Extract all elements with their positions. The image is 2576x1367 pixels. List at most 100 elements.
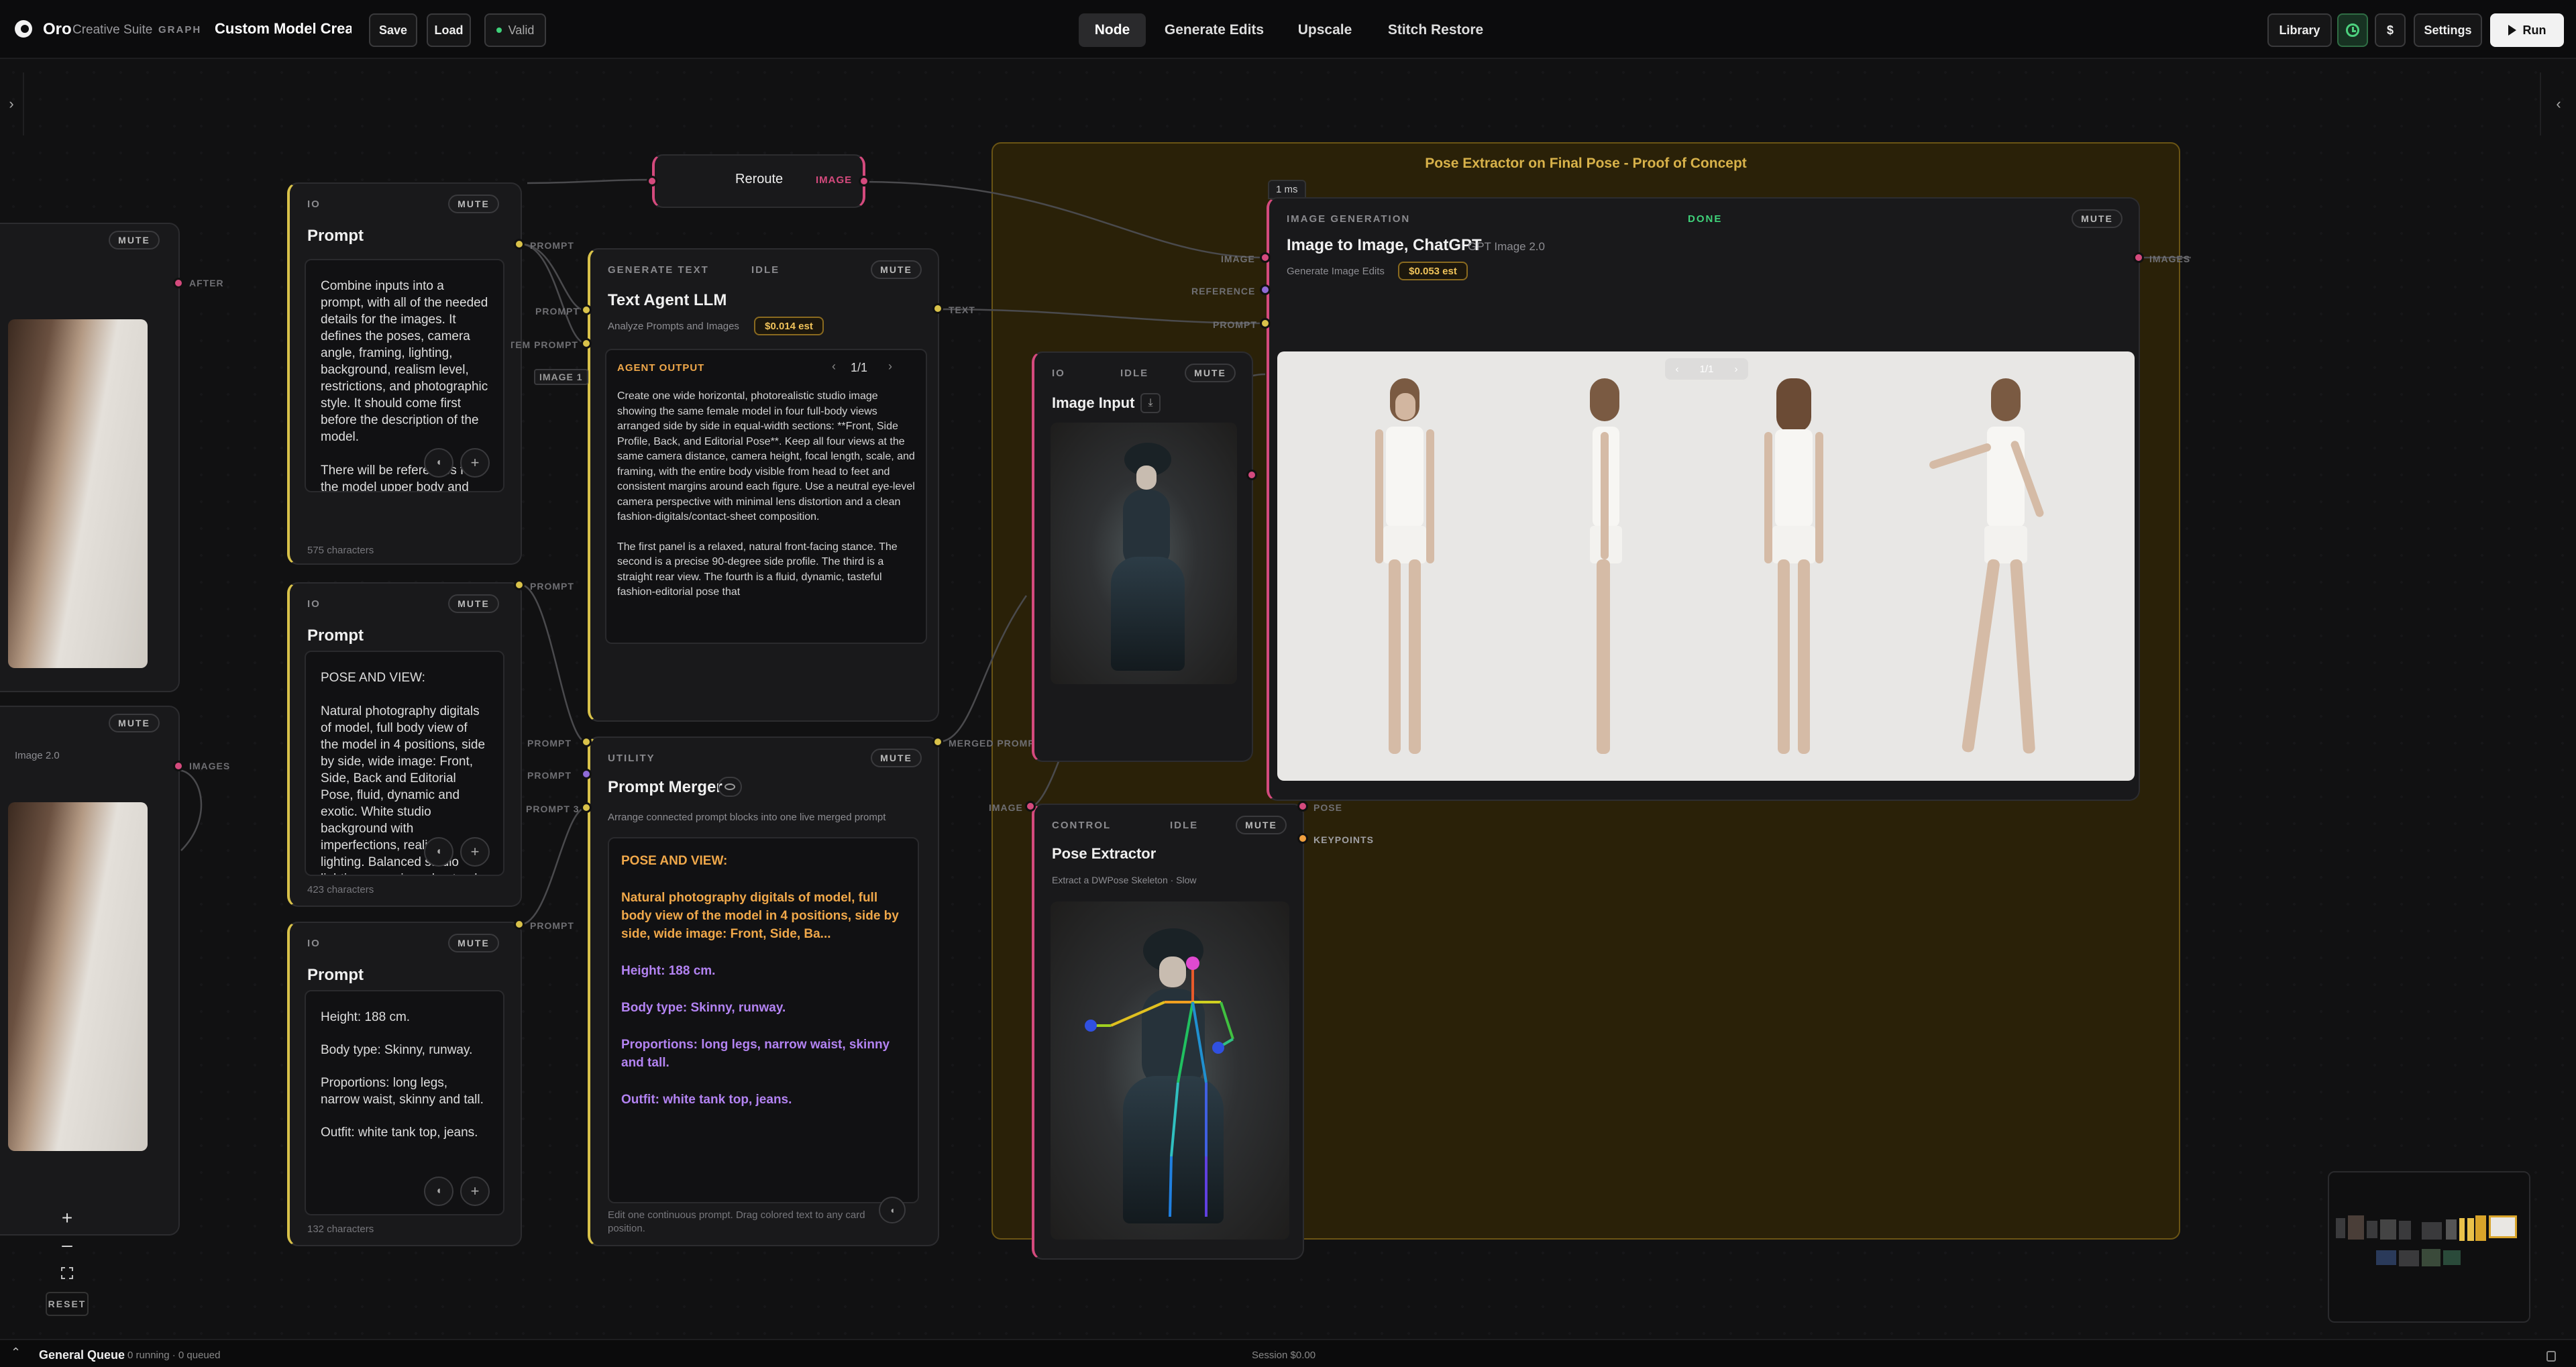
fit-view-button[interactable]: [46, 1260, 89, 1287]
tab-upscale[interactable]: Upscale: [1285, 13, 1364, 47]
port-merger-in-3[interactable]: [581, 802, 592, 813]
port-pose-out[interactable]: [1297, 801, 1308, 812]
merged-prompt-editor[interactable]: POSE AND VIEW: Natural photography digit…: [608, 837, 919, 1203]
tab-stitch-restore[interactable]: Stitch Restore: [1377, 13, 1495, 47]
lock-icon[interactable]: [2546, 1351, 2556, 1362]
merged-outfit[interactable]: Outfit: white tank top, jeans.: [621, 1091, 906, 1109]
download-button[interactable]: ⤓: [1140, 393, 1161, 413]
queue-toggle[interactable]: ⌃: [11, 1346, 21, 1360]
merger-eye-button[interactable]: [718, 777, 742, 797]
image-generation-node[interactable]: IMAGE GENERATION DONE MUTE Image to Imag…: [1267, 197, 2140, 801]
port-image-input-out[interactable]: [1246, 470, 1257, 480]
mute-button[interactable]: MUTE: [871, 749, 922, 767]
port-after[interactable]: [173, 278, 184, 288]
port-reroute-in[interactable]: [647, 176, 657, 186]
port-system-prompt-in[interactable]: [581, 338, 592, 349]
port-prompt-in[interactable]: [1260, 318, 1271, 329]
figure-back: [1760, 378, 1827, 761]
voice-button[interactable]: ◖: [424, 837, 453, 867]
load-button[interactable]: Load: [427, 13, 471, 47]
prompt-merger-node[interactable]: UTILITY MUTE Prompt Merger Arrange conne…: [588, 736, 939, 1246]
port-reroute-out[interactable]: [859, 176, 869, 186]
port-merger-in-1[interactable]: [581, 736, 592, 747]
cost-button[interactable]: $: [2375, 13, 2406, 47]
queue-title[interactable]: General Queue: [39, 1348, 125, 1362]
tab-generate-edits[interactable]: Generate Edits: [1155, 13, 1273, 47]
mute-button[interactable]: MUTE: [448, 934, 499, 952]
voice-button[interactable]: ◖: [879, 1197, 906, 1223]
port-merger-in-2[interactable]: [581, 769, 592, 779]
port-image-in[interactable]: [1260, 252, 1271, 263]
partial-node-bottom[interactable]: MUTE Image 2.0: [0, 706, 180, 1236]
port-images-out[interactable]: [2133, 252, 2144, 263]
zoom-controls: + – RESET: [46, 1205, 89, 1317]
pose-overlay-image[interactable]: [1051, 901, 1289, 1240]
history-button[interactable]: [2337, 13, 2368, 47]
save-button[interactable]: Save: [369, 13, 417, 47]
port-prompt-out[interactable]: [514, 919, 525, 930]
zoom-in-button[interactable]: +: [46, 1205, 89, 1232]
run-button[interactable]: Run: [2490, 13, 2564, 47]
mute-button[interactable]: MUTE: [1185, 364, 1236, 382]
port-label-prompt: PROMPT: [530, 920, 574, 931]
add-button[interactable]: +: [460, 1177, 490, 1206]
generated-image[interactable]: ‹ 1/1 ›: [1277, 351, 2135, 781]
add-button[interactable]: +: [460, 448, 490, 478]
mute-button[interactable]: MUTE: [109, 231, 160, 250]
port-merged-prompt-out[interactable]: [932, 736, 943, 747]
text-agent-node[interactable]: GENERATE TEXT IDLE MUTE Text Agent LLM A…: [588, 248, 939, 722]
mute-button[interactable]: MUTE: [1236, 816, 1287, 834]
image-pager[interactable]: ‹ 1/1 ›: [1665, 358, 1748, 380]
merged-body[interactable]: Natural photography digitals of model, f…: [621, 889, 906, 943]
top-bar: Oro Creative Suite GRAPH Custom Model Cr…: [0, 0, 2576, 59]
pager-next-button[interactable]: ›: [888, 360, 892, 374]
mute-button[interactable]: MUTE: [109, 714, 160, 732]
port-prompt-in[interactable]: [581, 305, 592, 315]
library-button[interactable]: Library: [2267, 13, 2332, 47]
minimap[interactable]: [2328, 1171, 2530, 1323]
mute-button[interactable]: MUTE: [448, 594, 499, 613]
agent-output-panel[interactable]: AGENT OUTPUT ‹ 1/1 › Create one wide hor…: [605, 349, 927, 644]
port-prompt-out[interactable]: [514, 239, 525, 250]
document-title[interactable]: Custom Model Creati: [215, 20, 352, 38]
tab-node[interactable]: Node: [1079, 13, 1146, 47]
voice-button[interactable]: ◖: [424, 448, 453, 478]
image-input-node[interactable]: IO IDLE MUTE Image Input ⤓: [1032, 351, 1253, 762]
mute-button[interactable]: MUTE: [871, 260, 922, 279]
node-canvas[interactable]: › ‹ Pose Extractor on Final Pose - Proof…: [0, 59, 2576, 1339]
port-prompt-out[interactable]: [514, 580, 525, 590]
reset-view-button[interactable]: RESET: [46, 1292, 89, 1316]
settings-button[interactable]: Settings: [2414, 13, 2482, 47]
port-reference-in[interactable]: [1260, 284, 1271, 295]
pager-label: 1/1: [851, 361, 868, 374]
merged-proportions[interactable]: Proportions: long legs, narrow waist, sk…: [621, 1036, 906, 1072]
download-icon: ⤓: [1148, 397, 1153, 408]
input-image[interactable]: [1051, 423, 1237, 684]
merged-height[interactable]: Height: 188 cm.: [621, 962, 906, 980]
node-title: Image Input: [1052, 394, 1135, 411]
port-keypoints-out[interactable]: [1297, 833, 1308, 844]
pose-extractor-node[interactable]: CONTROL IDLE MUTE Pose Extractor Extract…: [1032, 804, 1304, 1260]
prompt-node-2[interactable]: IO MUTE Prompt POSE AND VIEW: Natural ph…: [287, 582, 522, 907]
add-button[interactable]: +: [460, 837, 490, 867]
pager-prev-button[interactable]: ‹: [832, 360, 836, 374]
port-text-out[interactable]: [932, 303, 943, 314]
merged-heading[interactable]: POSE AND VIEW:: [621, 852, 906, 870]
port-images[interactable]: [173, 761, 184, 771]
port-pose-image-in[interactable]: [1025, 801, 1036, 812]
prompt-node-3[interactable]: IO MUTE Prompt Height: 188 cm. Body type…: [287, 922, 522, 1246]
plus-icon: +: [470, 454, 480, 471]
mute-button[interactable]: MUTE: [2072, 209, 2123, 228]
partial-node-top[interactable]: MUTE: [0, 223, 180, 692]
port-label-reference: REFERENCE: [1191, 286, 1256, 296]
merged-body-type[interactable]: Body type: Skinny, runway.: [621, 999, 906, 1017]
zoom-out-button[interactable]: –: [46, 1232, 89, 1258]
figure-costume: [1111, 443, 1185, 671]
prompt-node-1[interactable]: IO MUTE Prompt Combine inputs into a pro…: [287, 182, 522, 565]
mute-button[interactable]: MUTE: [448, 195, 499, 213]
chevron-right-icon[interactable]: ›: [1734, 364, 1737, 375]
brand-name: Oro: [43, 20, 72, 38]
reroute-node[interactable]: Reroute IMAGE: [652, 154, 865, 208]
voice-button[interactable]: ◖: [424, 1177, 453, 1206]
chevron-left-icon[interactable]: ‹: [1676, 364, 1679, 375]
